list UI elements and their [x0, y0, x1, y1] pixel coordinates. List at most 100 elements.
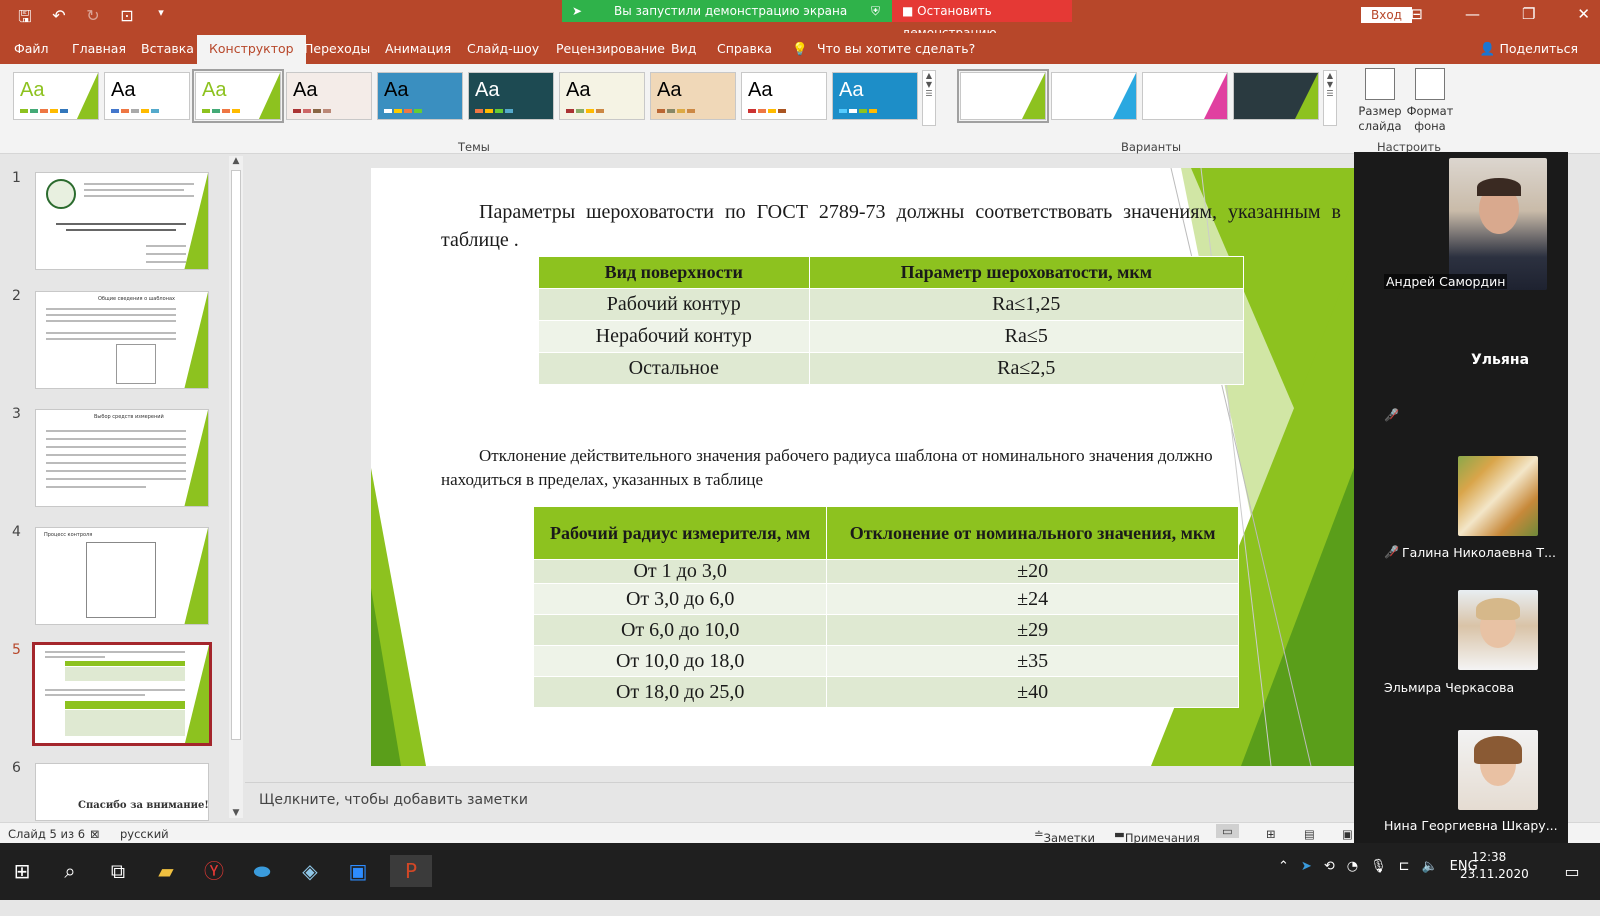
powerpoint-app-icon[interactable]: P — [390, 855, 432, 887]
thumb-title: Процесс контроля — [44, 532, 93, 538]
theme-thumb[interactable]: Aa — [104, 72, 190, 120]
tab-review[interactable]: Рецензирование — [556, 41, 665, 56]
network-icon[interactable]: ⊏ — [1399, 859, 1410, 916]
task-view-icon[interactable]: ⧉ — [102, 855, 134, 887]
variant-thumb[interactable] — [1051, 72, 1137, 120]
app-icon[interactable]: ⬬ — [246, 855, 278, 887]
app-tray-icon[interactable]: ⟲ — [1324, 859, 1335, 916]
close-icon[interactable]: ✕ — [1577, 5, 1590, 23]
thumb-title: Выбор средств измерений — [94, 414, 164, 420]
slide-thumb-4[interactable]: Процесс контроля — [35, 527, 209, 625]
app-tray-icon[interactable]: ◔ — [1347, 859, 1358, 916]
tab-view[interactable]: Вид — [671, 41, 696, 56]
yandex-browser-icon[interactable]: Ⓨ — [198, 855, 230, 887]
share-button[interactable]: 👤 Поделиться — [1480, 41, 1578, 57]
tell-me-search[interactable]: Что вы хотите сделать? — [817, 41, 975, 56]
slide-number: 2 — [12, 288, 21, 304]
signin-button[interactable]: Вход — [1361, 7, 1412, 23]
app-icon[interactable]: ◈ — [294, 855, 326, 887]
clock-date: 23.11.2020 — [1460, 867, 1529, 881]
tab-file[interactable]: Файл — [14, 41, 49, 56]
scroll-thumb[interactable] — [231, 170, 241, 740]
table-cell: Остальное — [538, 352, 810, 385]
notes-toggle[interactable]: ≐ Заметки — [1034, 827, 1095, 845]
table-row: От 6,0 до 10,0 ±29 — [532, 614, 1239, 646]
table-cell: От 18,0 до 25,0 — [532, 676, 828, 708]
thumbnail-scrollbar[interactable]: ▲ ▼ — [229, 156, 243, 818]
file-explorer-icon[interactable]: ▰ — [150, 855, 182, 887]
tray-expand-icon[interactable]: ⌃ — [1278, 859, 1289, 916]
volume-icon[interactable]: 🔈 — [1421, 859, 1437, 916]
scroll-down-icon[interactable]: ▼ — [229, 808, 243, 818]
theme-label: Aa — [657, 79, 682, 101]
reading-view-icon[interactable]: ▤ — [1304, 827, 1315, 841]
slide-size-button[interactable]: Размер слайда — [1354, 68, 1406, 134]
search-icon[interactable]: ⌕ — [54, 855, 86, 887]
participant-tile[interactable]: Нина Георгиевна Шкару... — [1354, 724, 1568, 858]
spellcheck-icon[interactable]: ⊠ — [90, 827, 100, 841]
restore-icon[interactable]: ❐ — [1522, 5, 1535, 23]
table-cell: Ra≤5 — [808, 320, 1245, 353]
theme-thumb[interactable]: Aa — [286, 72, 372, 120]
theme-thumb[interactable]: Aa — [741, 72, 827, 120]
theme-thumb[interactable]: Aa — [377, 72, 463, 120]
variant-thumb[interactable] — [957, 69, 1049, 123]
tab-transitions[interactable]: Переходы — [304, 41, 370, 56]
slide-thumb-6[interactable]: Спасибо за внимание! — [35, 763, 209, 821]
table-cell: ±29 — [826, 614, 1239, 646]
theme-thumb[interactable]: Aa — [13, 72, 99, 120]
slideshow-from-start-icon[interactable]: ⊡ — [116, 6, 138, 33]
tab-design[interactable]: Конструктор — [197, 35, 306, 64]
notifications-icon[interactable]: ▭ — [1556, 856, 1588, 888]
theme-thumb[interactable]: Aa — [650, 72, 736, 120]
format-background-label: Формат фона — [1406, 104, 1454, 133]
language-indicator[interactable]: русский — [120, 827, 169, 841]
save-icon[interactable]: 🖫 — [14, 6, 36, 33]
normal-view-icon[interactable]: ▭ — [1216, 824, 1239, 838]
zoom-app-icon[interactable]: ▣ — [342, 855, 374, 887]
comments-toggle[interactable]: ▬ Примечания — [1114, 827, 1200, 845]
slide-canvas[interactable]: Параметры шероховатости по ГОСТ 2789-73 … — [371, 168, 1354, 766]
table-cell: ±40 — [826, 676, 1239, 708]
slideshow-view-icon[interactable]: ▣ — [1342, 827, 1353, 841]
undo-icon[interactable]: ↶ — [48, 6, 70, 33]
variant-thumb[interactable] — [1233, 72, 1319, 120]
tab-slideshow[interactable]: Слайд-шоу — [467, 41, 539, 56]
redo-icon[interactable]: ↻ — [82, 6, 104, 33]
participant-tile[interactable]: 🎤̸ Галина Николаевна Т... — [1354, 440, 1568, 574]
slide-thumb-2[interactable]: Общие сведения о шаблонах — [35, 291, 209, 389]
participant-tile[interactable]: Ульяна 🎤̸ — [1354, 296, 1568, 430]
customize-qat-icon[interactable]: ▾ — [150, 6, 172, 33]
participant-tile[interactable]: Андрей Самордин — [1354, 152, 1568, 290]
windows-start-icon[interactable]: ⊞ — [6, 855, 38, 887]
format-background-button[interactable]: Формат фона — [1404, 68, 1456, 134]
tab-insert[interactable]: Вставка — [141, 41, 194, 56]
theme-thumb[interactable]: Aa — [559, 72, 645, 120]
slide-thumb-3[interactable]: Выбор средств измерений — [35, 409, 209, 507]
themes-gallery-scroll[interactable]: ▲ ▼ ☰ — [922, 70, 936, 126]
tab-animations[interactable]: Анимация — [385, 41, 451, 56]
clock[interactable]: 12:38 23.11.2020 — [1460, 849, 1529, 906]
slide-number: 3 — [12, 406, 21, 422]
theme-label: Aa — [202, 79, 227, 101]
variant-thumb[interactable] — [1142, 72, 1228, 120]
tab-home[interactable]: Главная — [72, 41, 126, 56]
slide-sorter-icon[interactable]: ⊞ — [1266, 827, 1276, 841]
slide-thumb-1[interactable] — [35, 172, 209, 270]
microphone-icon[interactable]: 🎙 — [1370, 859, 1387, 916]
theme-thumb-selected[interactable]: Aa — [192, 69, 284, 123]
minimize-icon[interactable]: — — [1465, 5, 1480, 23]
zoom-participants-panel: Андрей Самордин Ульяна 🎤̸ 🎤̸ Галина Нико… — [1354, 152, 1568, 900]
theme-thumb[interactable]: Aa — [468, 72, 554, 120]
slide-thumb-5[interactable] — [32, 642, 212, 746]
ribbon-display-icon[interactable]: ⊟ — [1410, 5, 1423, 23]
participant-tile[interactable]: Эльмира Черкасова — [1354, 584, 1568, 718]
scroll-up-icon[interactable]: ▲ — [229, 156, 243, 166]
notes-pane[interactable]: Щелкните, чтобы добавить заметки — [245, 782, 1355, 818]
tab-help[interactable]: Справка — [717, 41, 772, 56]
variants-gallery-scroll[interactable]: ▲ ▼ ☰ — [1323, 70, 1337, 126]
theme-thumb[interactable]: Aa — [832, 72, 918, 120]
stop-share-button[interactable]: ■ Остановить демонстрацию — [892, 0, 1072, 40]
telegram-icon[interactable]: ➤ — [1301, 859, 1312, 916]
slide-paragraph-roughness: Параметры шероховатости по ГОСТ 2789-73 … — [441, 201, 1341, 251]
